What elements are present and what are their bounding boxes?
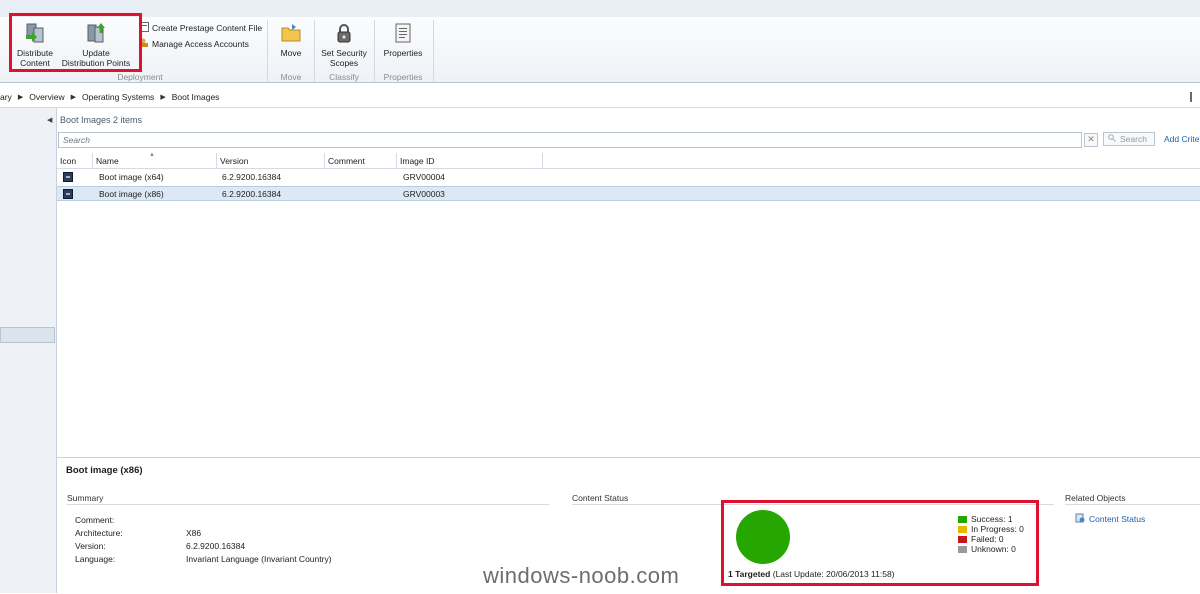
ribbon-separator xyxy=(433,20,434,82)
create-prestage-label: Create Prestage Content File xyxy=(152,23,263,33)
content-status-header: Content Status xyxy=(572,493,629,503)
highlight-box xyxy=(9,13,142,72)
search-button-label: Search xyxy=(1120,134,1147,144)
legend-failed: Failed: 0 xyxy=(958,534,1004,544)
divider xyxy=(67,504,549,505)
row-image-id: GRV00003 xyxy=(403,189,445,199)
row-version: 6.2.9200.16384 xyxy=(222,172,282,182)
content-status-pie[interactable] xyxy=(736,510,790,564)
folder-move-icon xyxy=(274,22,308,46)
column-header-name[interactable]: Name ▲ xyxy=(93,152,217,168)
prop-label-language: Language: xyxy=(75,554,116,564)
manage-access-label: Manage Access Accounts xyxy=(152,39,249,49)
collapse-arrow-icon[interactable]: ◀ xyxy=(47,116,52,124)
move-label: Move xyxy=(280,48,302,58)
legend-label: Unknown: 0 xyxy=(971,544,1016,554)
related-link-label: Content Status xyxy=(1089,514,1146,524)
column-header-comment[interactable]: Comment xyxy=(325,153,397,168)
legend-unknown: Unknown: 0 xyxy=(958,544,1016,554)
title-strip xyxy=(0,0,1200,18)
legend-success: Success: 1 xyxy=(958,514,1013,524)
watermark: windows-noob.com xyxy=(483,563,680,588)
boot-image-icon xyxy=(63,189,73,199)
prop-value-language: Invariant Language (Invariant Country) xyxy=(186,554,332,564)
last-update: (Last Update: 20/06/2013 11:58) xyxy=(772,569,895,579)
prop-label-comment: Comment: xyxy=(75,515,115,525)
properties-label: Properties xyxy=(383,48,423,58)
navigation-pane-section[interactable] xyxy=(0,327,55,343)
legend-swatch xyxy=(958,515,967,523)
legend-label: In Progress: 0 xyxy=(971,524,1024,534)
legend-label: Success: 1 xyxy=(971,514,1013,524)
column-header-name-label: Name xyxy=(96,156,119,166)
breadcrumb-item-operating-systems[interactable]: Operating Systems xyxy=(76,92,160,102)
targeted-count: 1 Targeted xyxy=(728,569,771,579)
column-header-version[interactable]: Version xyxy=(217,153,325,168)
ribbon-separator xyxy=(314,20,315,82)
legend-swatch xyxy=(958,535,967,543)
prop-label-architecture: Architecture: xyxy=(75,528,123,538)
group-deployment-label: Deployment xyxy=(117,72,163,82)
prop-value-architecture: X86 xyxy=(186,528,202,538)
search-icon xyxy=(1108,134,1116,144)
manage-access-accounts-button[interactable]: Manage Access Accounts xyxy=(140,38,249,50)
grid-header: Icon Name ▲ Version Comment Image ID xyxy=(57,152,1200,169)
group-properties-label: Properties xyxy=(383,72,423,82)
column-header-icon[interactable]: Icon xyxy=(57,153,93,168)
set-security-scopes-button[interactable]: Set Security Scopes xyxy=(316,22,372,68)
legend-swatch xyxy=(958,545,967,553)
prop-value-version: 6.2.9200.16384 xyxy=(186,541,246,551)
targeted-summary: 1 Targeted (Last Update: 20/06/2013 11:5… xyxy=(728,569,895,579)
move-button[interactable]: Move xyxy=(274,22,308,58)
breadcrumb-item-boot-images[interactable]: Boot Images xyxy=(166,92,226,102)
legend-label: Failed: 0 xyxy=(971,534,1004,544)
breadcrumb-item-library[interactable]: ary xyxy=(0,92,18,102)
row-name: Boot image (x86) xyxy=(99,189,164,199)
prop-label-version: Version: xyxy=(75,541,106,551)
legend-in-progress: In Progress: 0 xyxy=(958,524,1024,534)
related-objects-header: Related Objects xyxy=(1065,493,1126,503)
column-header-image-id[interactable]: Image ID xyxy=(397,153,543,168)
breadcrumb: ary ▶ Overview ▶ Operating Systems ▶ Boo… xyxy=(0,87,1200,108)
lock-icon xyxy=(316,22,372,46)
search-input-wrapper xyxy=(58,132,1082,148)
related-content-status-link[interactable]: Content Status xyxy=(1075,513,1145,525)
row-name: Boot image (x64) xyxy=(99,172,164,182)
scroll-handle[interactable] xyxy=(1190,92,1198,102)
group-classify-label: Classify xyxy=(329,72,359,82)
summary-header: Summary xyxy=(67,493,104,503)
group-move-label: Move xyxy=(280,72,302,82)
legend-swatch xyxy=(958,525,967,533)
properties-button[interactable]: Properties xyxy=(378,22,428,58)
sort-ascending-icon: ▲ xyxy=(149,152,155,158)
content-title: Boot Images 2 items xyxy=(60,115,143,125)
clear-search-icon[interactable]: ✕ xyxy=(1084,133,1098,147)
boot-image-icon xyxy=(63,172,73,182)
content-status-icon xyxy=(1075,513,1085,525)
search-button[interactable]: Search xyxy=(1103,132,1155,146)
ribbon-separator xyxy=(267,20,268,82)
table-row[interactable]: Boot image (x64) 6.2.9200.16384 GRV00004 xyxy=(57,170,1200,185)
navigation-pane xyxy=(0,108,57,593)
divider xyxy=(1065,504,1200,505)
ribbon-separator xyxy=(374,20,375,82)
breadcrumb-item-overview[interactable]: Overview xyxy=(23,92,70,102)
add-criteria-link[interactable]: Add Crite xyxy=(1164,134,1199,144)
properties-icon xyxy=(378,22,428,46)
set-security-scopes-label: Set Security Scopes xyxy=(321,48,367,68)
row-image-id: GRV00004 xyxy=(403,172,445,182)
row-version: 6.2.9200.16384 xyxy=(222,189,282,199)
table-row[interactable]: Boot image (x86) 6.2.9200.16384 GRV00003 xyxy=(57,186,1200,201)
create-prestage-content-button[interactable]: Create Prestage Content File xyxy=(140,22,262,34)
details-title: Boot image (x86) xyxy=(66,465,143,476)
search-input[interactable] xyxy=(59,133,1077,147)
